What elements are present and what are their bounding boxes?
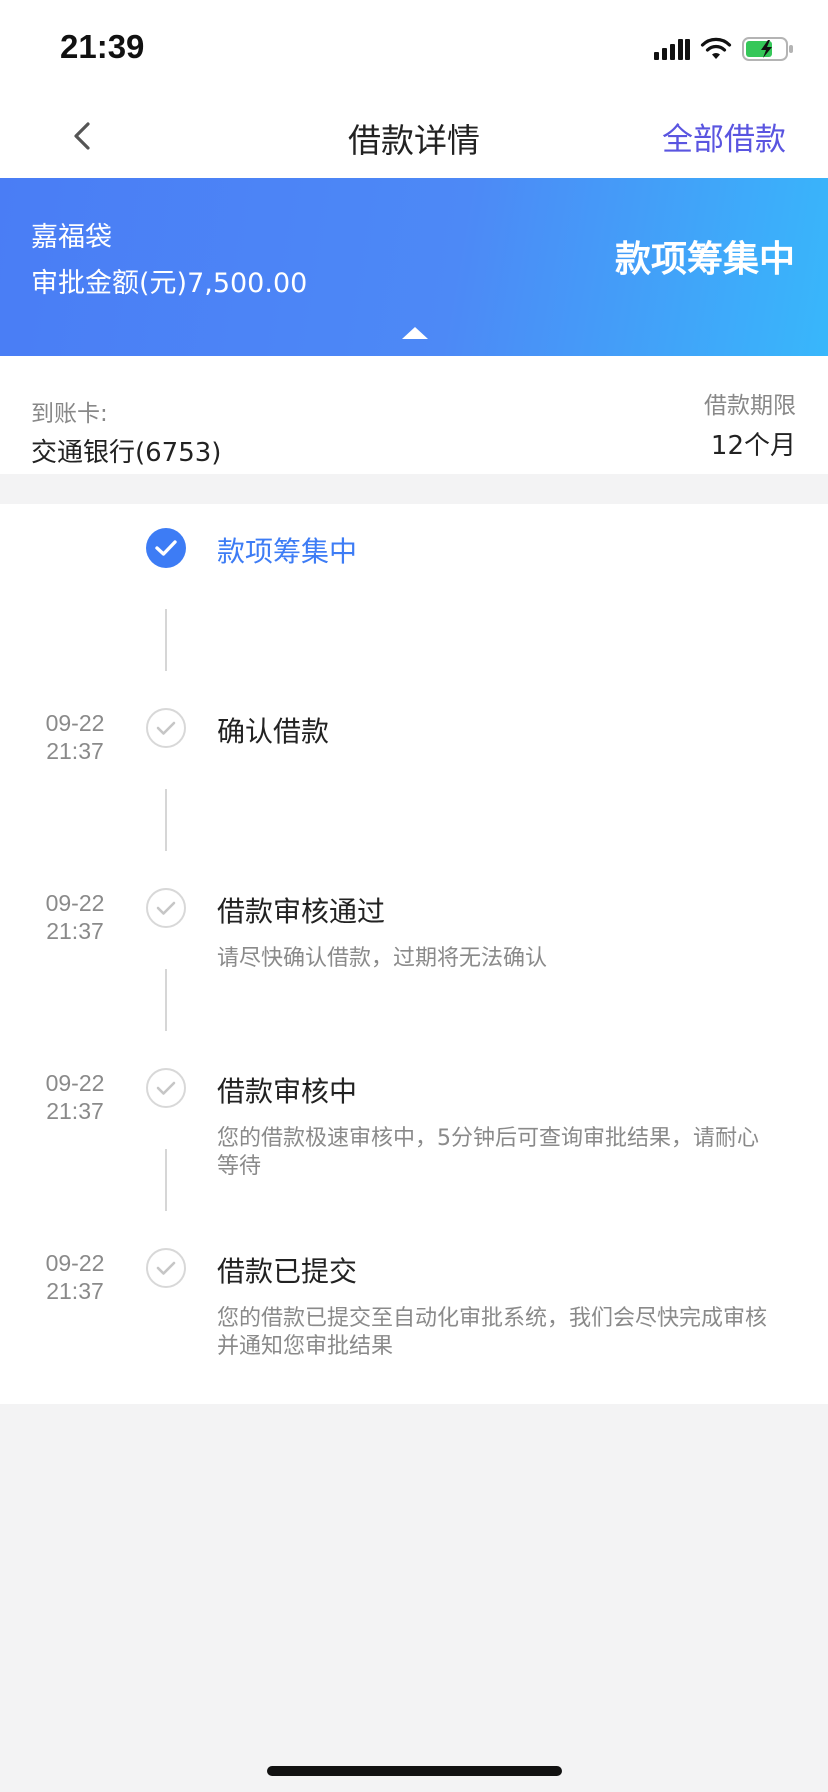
timeline-description: 您的借款已提交至自动化审批系统，我们会尽快完成审核并通知您审批结果 bbox=[217, 1306, 768, 1359]
progress-timeline: 款项筹集中 09-22 21:37 确认借款 09-22 21:37 借款审核通… bbox=[0, 504, 828, 1404]
timeline-description: 请尽快确认借款，过期将无法确认 bbox=[217, 946, 548, 971]
battery-icon bbox=[742, 37, 793, 61]
timeline-title: 借款已提交 bbox=[217, 1255, 358, 1288]
timeline-connector bbox=[165, 969, 167, 1031]
timeline-item: 09-22 21:37 借款审核通过 请尽快确认借款，过期将无法确认 bbox=[0, 864, 828, 1044]
timeline-date-time: 21:37 bbox=[46, 738, 104, 764]
timeline-connector bbox=[165, 609, 167, 671]
timeline-item: 09-22 21:37 确认借款 bbox=[0, 684, 828, 864]
timeline-title: 款项筹集中 bbox=[217, 535, 358, 568]
approved-amount: 审批金额(元)7,500.00 bbox=[31, 268, 308, 299]
timeline-title: 确认借款 bbox=[217, 715, 330, 748]
timeline-date: 09-22 21:37 bbox=[30, 889, 120, 945]
status-icons bbox=[654, 34, 794, 64]
home-indicator[interactable] bbox=[267, 1766, 562, 1776]
timeline-item: 款项筹集中 bbox=[0, 504, 828, 684]
timeline-date-day: 09-22 bbox=[45, 890, 105, 916]
timeline-connector bbox=[165, 789, 167, 851]
product-name: 嘉福袋 bbox=[31, 222, 112, 253]
loan-status-banner: 嘉福袋 审批金额(元)7,500.00 款项筹集中 bbox=[0, 178, 828, 356]
loan-term-label: 借款期限 bbox=[704, 393, 796, 419]
all-loans-link[interactable]: 全部借款 bbox=[662, 114, 786, 159]
timeline-date-day: 09-22 bbox=[45, 1250, 105, 1276]
collapse-caret-icon[interactable] bbox=[402, 327, 428, 339]
timeline-date: 09-22 21:37 bbox=[30, 1069, 120, 1125]
timeline-date-time: 21:37 bbox=[46, 1278, 104, 1304]
timeline-date: 09-22 21:37 bbox=[30, 1249, 120, 1305]
receiving-card-label: 到账卡: bbox=[31, 401, 108, 427]
loan-info-row: 到账卡: 交通银行(6753) 借款期限 12个月 bbox=[0, 356, 828, 474]
check-outline-icon bbox=[146, 1248, 186, 1288]
signal-icon bbox=[654, 39, 690, 60]
timeline-date-day: 09-22 bbox=[45, 1070, 105, 1096]
timeline-date-day: 09-22 bbox=[45, 710, 105, 736]
check-outline-icon bbox=[146, 708, 186, 748]
timeline-item: 09-22 21:37 借款已提交 您的借款已提交至自动化审批系统，我们会尽快完… bbox=[0, 1224, 828, 1404]
timeline-connector bbox=[165, 1149, 167, 1211]
status-bar: 21:39 bbox=[0, 0, 828, 96]
check-filled-icon bbox=[146, 528, 186, 568]
receiving-card-value: 交通银行(6753) bbox=[31, 438, 222, 468]
timeline-title: 借款审核中 bbox=[217, 1075, 358, 1108]
loan-term-value: 12个月 bbox=[710, 431, 796, 461]
status-time: 21:39 bbox=[60, 28, 145, 65]
timeline-date-time: 21:37 bbox=[46, 1098, 104, 1124]
timeline-date: 09-22 21:37 bbox=[30, 709, 120, 765]
timeline-title: 借款审核通过 bbox=[217, 895, 386, 928]
timeline-date-time: 21:37 bbox=[46, 918, 104, 944]
check-outline-icon bbox=[146, 1068, 186, 1108]
wifi-icon bbox=[700, 37, 732, 59]
check-outline-icon bbox=[146, 888, 186, 928]
banner-status-text: 款项筹集中 bbox=[614, 239, 795, 280]
timeline-item: 09-22 21:37 借款审核中 您的借款极速审核中，5分钟后可查询审批结果，… bbox=[0, 1044, 828, 1224]
nav-bar: 借款详情 全部借款 bbox=[0, 96, 828, 178]
timeline-description: 您的借款极速审核中，5分钟后可查询审批结果，请耐心等待 bbox=[217, 1126, 759, 1179]
